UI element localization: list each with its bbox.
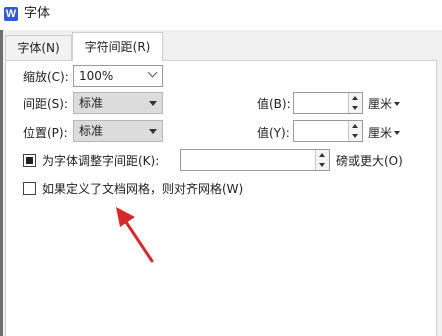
spin-down-button[interactable] — [316, 160, 329, 170]
chevron-down-icon[interactable] — [147, 67, 158, 78]
position-select[interactable]: 标准 — [73, 120, 163, 142]
dropdown-arrow-icon[interactable] — [149, 101, 157, 106]
window-border — [0, 30, 3, 336]
spacing-value-label: 值(B): — [257, 97, 291, 111]
spacing-value-spinbox[interactable] — [293, 92, 363, 114]
window-title: 字体 — [24, 6, 51, 21]
spin-up-button[interactable] — [349, 93, 362, 103]
arrow-down-icon — [352, 134, 358, 138]
annotation-arrow-icon — [116, 207, 154, 263]
scale-label: 缩放(C): — [23, 70, 69, 84]
scale-value: 100% — [79, 69, 114, 83]
position-value-spinbox[interactable] — [293, 120, 363, 142]
spin-up-button[interactable] — [316, 150, 329, 160]
tab-font[interactable]: 字体(N) — [5, 35, 72, 60]
spin-buttons — [348, 93, 362, 113]
position-unit-dropdown[interactable]: 厘米 — [368, 125, 392, 141]
spin-buttons — [348, 121, 362, 141]
arrow-up-icon — [352, 124, 358, 128]
spacing-label: 间距(S): — [23, 97, 69, 111]
spacing-unit-dropdown[interactable]: 厘米 — [368, 96, 392, 112]
caret-down-icon[interactable] — [394, 102, 400, 106]
arrow-down-icon — [352, 106, 358, 110]
position-value: 标准 — [79, 124, 104, 138]
tab-character-spacing[interactable]: 字符间距(R) — [72, 32, 163, 61]
caret-down-icon[interactable] — [394, 131, 400, 135]
arrow-up-icon — [352, 96, 358, 100]
kerning-suffix-label: 磅或更大(O) — [336, 154, 403, 168]
spacing-select[interactable]: 标准 — [73, 92, 163, 114]
spin-down-button[interactable] — [349, 103, 362, 113]
snap-to-grid-label: 如果定义了文档网格，则对齐网格(W) — [42, 182, 244, 196]
position-label: 位置(P): — [23, 126, 68, 140]
spin-down-button[interactable] — [349, 131, 362, 141]
position-value-label: 值(Y): — [257, 126, 290, 140]
scale-combobox[interactable]: 100% — [73, 65, 163, 87]
kerning-label: 为字体调整字间距(K): — [42, 154, 160, 168]
spin-buttons — [315, 150, 329, 170]
arrow-down-icon — [319, 163, 325, 167]
dropdown-arrow-icon[interactable] — [149, 129, 157, 134]
spacing-value: 标准 — [79, 96, 104, 110]
arrow-up-icon — [319, 153, 325, 157]
wps-writer-icon: W — [4, 7, 18, 21]
title-bar — [0, 0, 442, 30]
snap-to-grid-checkbox[interactable] — [23, 182, 36, 195]
spin-up-button[interactable] — [349, 121, 362, 131]
kerning-checkbox[interactable] — [23, 154, 36, 167]
kerning-size-spinbox[interactable] — [180, 149, 330, 171]
